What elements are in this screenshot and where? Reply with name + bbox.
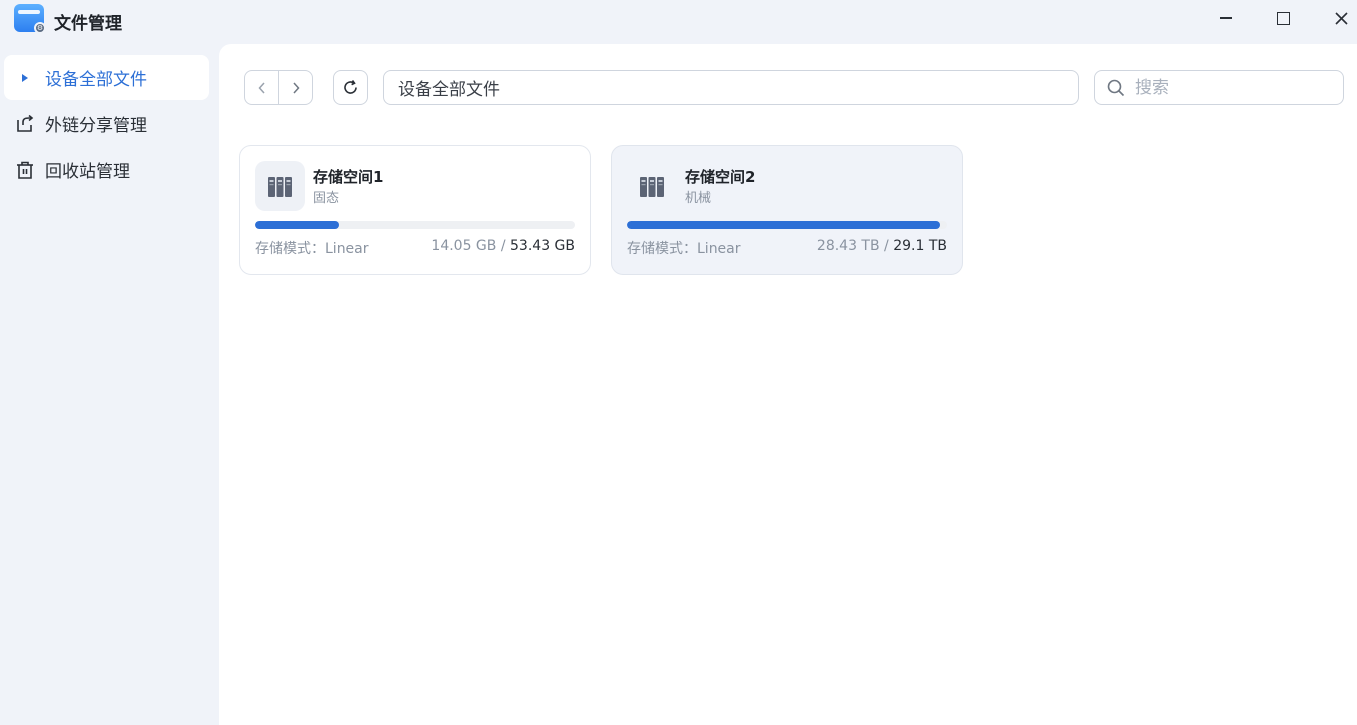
sidebar-item-label: 外链分享管理	[45, 116, 147, 136]
minimize-icon	[1220, 17, 1232, 19]
storage-mode: 存储模式：Linear	[627, 241, 741, 257]
sidebar-item-recycle-bin[interactable]: 回收站管理	[4, 147, 209, 192]
storage-total: 29.1 TB	[893, 238, 947, 254]
storage-separator: /	[879, 238, 894, 254]
close-icon	[1334, 11, 1348, 25]
storage-used: 14.05 GB	[431, 238, 497, 254]
close-button[interactable]	[1329, 6, 1353, 30]
minimize-button[interactable]	[1214, 6, 1238, 30]
share-icon	[14, 113, 36, 135]
gear-icon: ⚙	[34, 22, 46, 34]
main-panel: 设备全部文件 存储空间1 固态 存储模式	[219, 44, 1357, 725]
storage-card[interactable]: 存储空间1 固态 存储模式：Linear 14.05 GB / 53.43 GB	[239, 145, 591, 275]
caret-right-icon	[14, 67, 36, 89]
app-title: 文件管理	[54, 14, 122, 34]
maximize-icon	[1276, 11, 1290, 25]
storage-usage: 28.43 TB / 29.1 TB	[817, 238, 947, 254]
storage-total: 53.43 GB	[510, 238, 575, 254]
storage-progress-fill	[255, 221, 340, 229]
storage-mode: 存储模式：Linear	[255, 241, 369, 257]
storage-progress-bar	[627, 221, 947, 229]
title-bar: ⚙ 文件管理	[0, 0, 1357, 44]
back-button[interactable]	[245, 71, 278, 104]
storage-progress-bar	[255, 221, 575, 229]
chevron-left-icon	[257, 81, 265, 94]
trash-icon	[14, 159, 36, 181]
search-input[interactable]	[1135, 77, 1325, 98]
storage-type: 机械	[685, 191, 712, 206]
storage-name: 存储空间2	[685, 168, 756, 186]
refresh-icon	[344, 80, 357, 94]
refresh-button[interactable]	[333, 70, 368, 105]
maximize-button[interactable]	[1271, 6, 1295, 30]
storage-name: 存储空间1	[313, 168, 384, 186]
sidebar-item-all-files[interactable]: 设备全部文件	[4, 55, 209, 100]
storage-used: 28.43 TB	[816, 238, 880, 254]
file-manager-app-icon: ⚙	[14, 4, 46, 34]
storage-separator: /	[496, 238, 511, 254]
storage-card[interactable]: 存储空间2 机械 存储模式：Linear 28.43 TB / 29.1 TB	[611, 145, 963, 275]
history-nav-group	[244, 70, 313, 105]
storage-drive-icon	[255, 161, 305, 211]
current-path: 设备全部文件	[398, 80, 500, 100]
sidebar: 设备全部文件 外链分享管理 回收站管理	[0, 44, 219, 725]
sidebar-item-label: 回收站管理	[45, 162, 130, 182]
chevron-right-icon	[292, 81, 300, 94]
storage-usage: 14.05 GB / 53.43 GB	[431, 238, 575, 254]
forward-button[interactable]	[278, 71, 312, 104]
sidebar-item-share-links[interactable]: 外链分享管理	[4, 101, 209, 146]
sidebar-item-label: 设备全部文件	[45, 70, 147, 90]
path-bar[interactable]: 设备全部文件	[383, 70, 1079, 105]
storage-type: 固态	[313, 191, 340, 206]
search-box[interactable]	[1094, 70, 1344, 105]
storage-progress-fill	[627, 221, 940, 229]
search-icon	[1107, 79, 1125, 96]
storage-drive-icon	[627, 161, 677, 211]
